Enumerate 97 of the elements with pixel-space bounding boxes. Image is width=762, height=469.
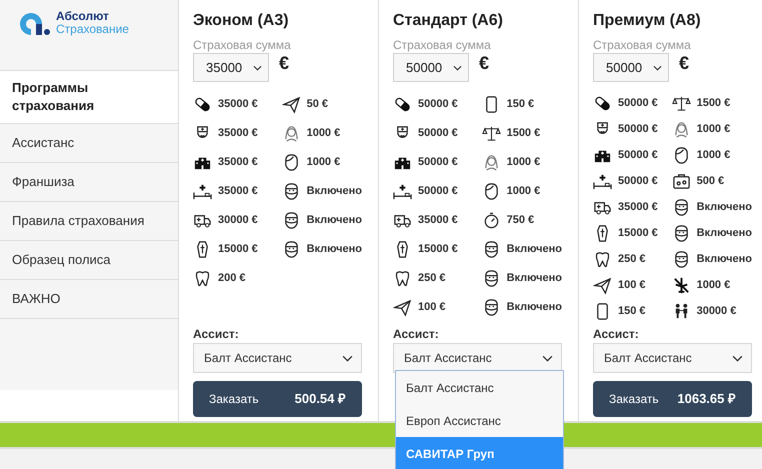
benefit-value: 50000 € — [618, 148, 658, 163]
benefit-value: 250 € — [618, 252, 646, 267]
benefit-value: Включено — [306, 184, 362, 200]
sum-select[interactable]: 50000 — [393, 53, 469, 82]
sidebar-item[interactable]: Ассистанс — [0, 123, 178, 162]
benefit-value: 1500 € — [506, 126, 540, 142]
order-button[interactable]: Заказать 500.54 ₽ — [193, 381, 362, 417]
order-button[interactable]: Заказать 1063.65 ₽ — [593, 381, 752, 417]
benefit-value: 35000 € — [218, 155, 258, 170]
benefit-value: 750 € — [506, 213, 534, 228]
paper-plane-icon — [282, 95, 301, 114]
sidebar-item[interactable]: Франшиза — [0, 162, 178, 201]
tooth-icon — [193, 269, 212, 288]
benefit-value: 1000 € — [696, 148, 730, 163]
currency-symbol: € — [679, 53, 690, 73]
field-label: Страховая сумма — [593, 38, 692, 52]
benefit-value: 50000 € — [418, 126, 458, 142]
benefit-value: 150 € — [506, 97, 534, 112]
bed-icon — [193, 182, 212, 201]
benefit-value: 1500 € — [696, 96, 730, 111]
field-label: Ассист: — [593, 327, 640, 341]
benefit-value: 1000 € — [306, 126, 340, 142]
assist-select[interactable]: Балт Ассистанс — [393, 343, 562, 373]
sum-select[interactable]: 50000 — [593, 53, 669, 82]
chevron-down-icon — [653, 64, 662, 70]
pill-icon — [193, 95, 212, 114]
benefit-value: 1000 € — [506, 184, 540, 200]
chevron-down-icon — [732, 354, 743, 362]
sidebar-item[interactable]: ВАЖНО — [0, 279, 178, 318]
benefit-value: 30000 € — [218, 213, 258, 228]
currency-symbol: € — [479, 53, 490, 73]
benefit-value: 100 € — [618, 278, 646, 293]
benefit-value: 50000 € — [418, 97, 458, 112]
assist-select[interactable]: Балт Ассистанс — [593, 343, 752, 373]
chevron-down-icon — [253, 64, 262, 70]
benefit-value: 35000 € — [218, 97, 258, 112]
benefit-value: Включено — [506, 271, 562, 286]
benefit-value: 1000 € — [696, 278, 730, 293]
benefit-value: 50000 € — [618, 122, 658, 137]
benefit-value: 1000 € — [306, 155, 340, 170]
sum-select[interactable]: 35000 — [193, 53, 269, 82]
pill-icon — [393, 95, 412, 114]
field-label: Ассист: — [193, 327, 240, 341]
paper-plane-icon — [593, 276, 612, 294]
paper-plane-icon — [393, 298, 412, 317]
bed-icon — [393, 182, 412, 201]
field-label: Ассист: — [393, 327, 440, 341]
tooth-icon — [593, 250, 612, 268]
benefit-value: 100 € — [418, 300, 446, 316]
benefit-value: 35000 € — [618, 200, 658, 215]
benefit-value: 150 € — [618, 304, 646, 319]
benefit-value: 200 € — [218, 271, 246, 286]
tooth-icon — [393, 269, 412, 288]
chevron-down-icon — [453, 64, 462, 70]
benefit-value: 1000 € — [696, 122, 730, 137]
chevron-down-icon — [542, 354, 553, 362]
benefit-value: Включено — [696, 252, 752, 267]
plan-title: Эконом (A3) — [193, 11, 290, 31]
benefit-value: 35000 € — [418, 213, 458, 228]
benefit-value: 35000 € — [218, 126, 258, 142]
benefit-value: 500 € — [696, 174, 724, 189]
sidebar-item[interactable]: Образец полиса — [0, 240, 178, 279]
sidebar-item[interactable]: Правила страхования — [0, 201, 178, 240]
dropdown-option[interactable]: Балт Ассистанс — [396, 371, 563, 404]
plan-title: Премиум (A8) — [593, 11, 702, 31]
benefit-value: Включено — [696, 200, 752, 215]
chevron-down-icon — [342, 354, 353, 362]
benefit-value: 50000 € — [618, 174, 658, 189]
benefit-value: 50000 € — [418, 155, 458, 170]
logo-icon — [18, 10, 52, 36]
benefit-value: 15000 € — [618, 226, 658, 241]
benefit-value: 15000 € — [218, 242, 258, 258]
benefit-value: 1000 € — [506, 155, 540, 170]
suitcase-icon — [672, 172, 691, 190]
crossed-plane-icon — [672, 276, 691, 294]
benefit-value: 250 € — [418, 271, 446, 286]
benefit-value: 50 € — [306, 97, 328, 112]
field-label: Страховая сумма — [193, 38, 292, 52]
benefit-value: Включено — [306, 242, 362, 258]
plan-title: Стандарт (A6) — [393, 11, 504, 31]
scales-icon — [482, 124, 501, 143]
logo-text: Страхование — [56, 23, 129, 36]
benefit-value: Включено — [696, 226, 752, 241]
benefit-value: 50000 € — [618, 96, 658, 111]
benefit-value: 30000 € — [696, 304, 736, 319]
benefit-value: Включено — [506, 300, 562, 316]
benefit-value: 50000 € — [418, 184, 458, 200]
benefit-value: 15000 € — [418, 242, 458, 258]
benefit-value: Включено — [506, 242, 562, 258]
dropdown-option[interactable]: Европ Ассистанс — [396, 404, 563, 437]
stopwatch-icon — [482, 211, 501, 230]
currency-symbol: € — [279, 53, 290, 73]
field-label: Страховая сумма — [393, 38, 492, 52]
assist-select[interactable]: Балт Ассистанс — [193, 343, 362, 373]
benefit-value: 35000 € — [218, 184, 258, 200]
logo-text: Абсолют — [56, 10, 110, 23]
benefit-value: Включено — [306, 213, 362, 228]
